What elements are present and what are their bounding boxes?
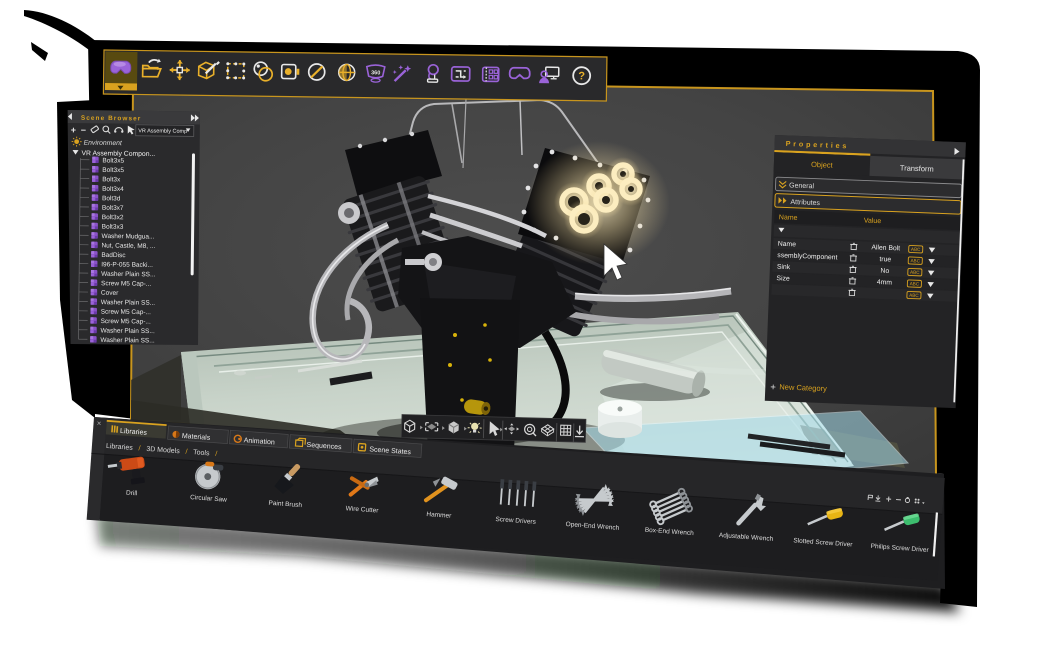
svg-text:Bolt3x2: Bolt3x2 [102,214,124,221]
svg-text:Size: Size [776,275,790,283]
svg-text:Washer Plain SS...: Washer Plain SS... [101,299,156,307]
svg-text:−: − [81,125,86,135]
svg-text:Drill: Drill [126,489,138,497]
svg-text:Bolt3x7: Bolt3x7 [102,205,124,212]
svg-text:4mm: 4mm [877,279,893,287]
svg-text:Washer Plain SS...: Washer Plain SS... [100,337,155,345]
svg-text:Value: Value [864,217,882,225]
svg-text:Environment: Environment [84,140,123,147]
svg-text:Bolt3x3: Bolt3x3 [102,224,124,231]
svg-text:Nut, Castle, M8, ...: Nut, Castle, M8, ... [101,242,155,250]
svg-text:Bolt3x4: Bolt3x4 [102,186,124,193]
svg-text:true: true [879,256,891,263]
svg-text:Screw M5 Cap-...: Screw M5 Cap-... [101,318,151,326]
svg-text:Screw M5 Cap-...: Screw M5 Cap-... [101,309,151,317]
svg-text:Screw M5 Cap-...: Screw M5 Cap-... [101,280,151,288]
svg-text:Cover: Cover [101,290,119,297]
svg-text:Sink: Sink [777,264,791,272]
svg-text:Bolt3x5: Bolt3x5 [102,167,124,174]
svg-text:New Category: New Category [779,382,827,393]
svg-text:Bolt3d: Bolt3d [102,195,121,202]
svg-text:Washer Plain SS...: Washer Plain SS... [100,327,155,335]
svg-text:Transform: Transform [900,163,934,173]
svg-text:General: General [789,182,815,190]
svg-text:360: 360 [371,70,380,76]
svg-text:✕: ✕ [96,421,101,427]
svg-text:No: No [880,268,889,275]
svg-text:Object: Object [811,160,834,170]
svg-text:Allen Bolt: Allen Bolt [871,244,900,252]
svg-text:BadDisc: BadDisc [101,252,126,259]
svg-text:Name: Name [778,241,797,249]
svg-text:Name: Name [779,214,798,222]
svg-text:Bolt3x: Bolt3x [102,176,121,183]
svg-text:ABC: ABC [910,281,920,286]
svg-text:Bolt3x5: Bolt3x5 [102,157,124,164]
svg-text:+: + [71,125,76,135]
svg-text:Attributes: Attributes [790,199,820,207]
svg-text:I96-P-055 Backi...: I96-P-055 Backi... [101,261,153,269]
svg-text:Washer Plain SS...: Washer Plain SS... [101,271,156,279]
svg-text:ABC: ABC [910,258,920,263]
svg-text:Washer Mudgua...: Washer Mudgua... [102,233,155,241]
svg-text:VR Assembly Comp: VR Assembly Comp [138,128,187,135]
svg-text:?: ? [578,70,585,82]
svg-text:ABC: ABC [909,293,919,298]
svg-text:ABC: ABC [910,270,920,275]
svg-text:+: + [770,382,776,393]
svg-text:Scene Browser: Scene Browser [81,115,142,123]
svg-text:ABC: ABC [911,247,921,252]
